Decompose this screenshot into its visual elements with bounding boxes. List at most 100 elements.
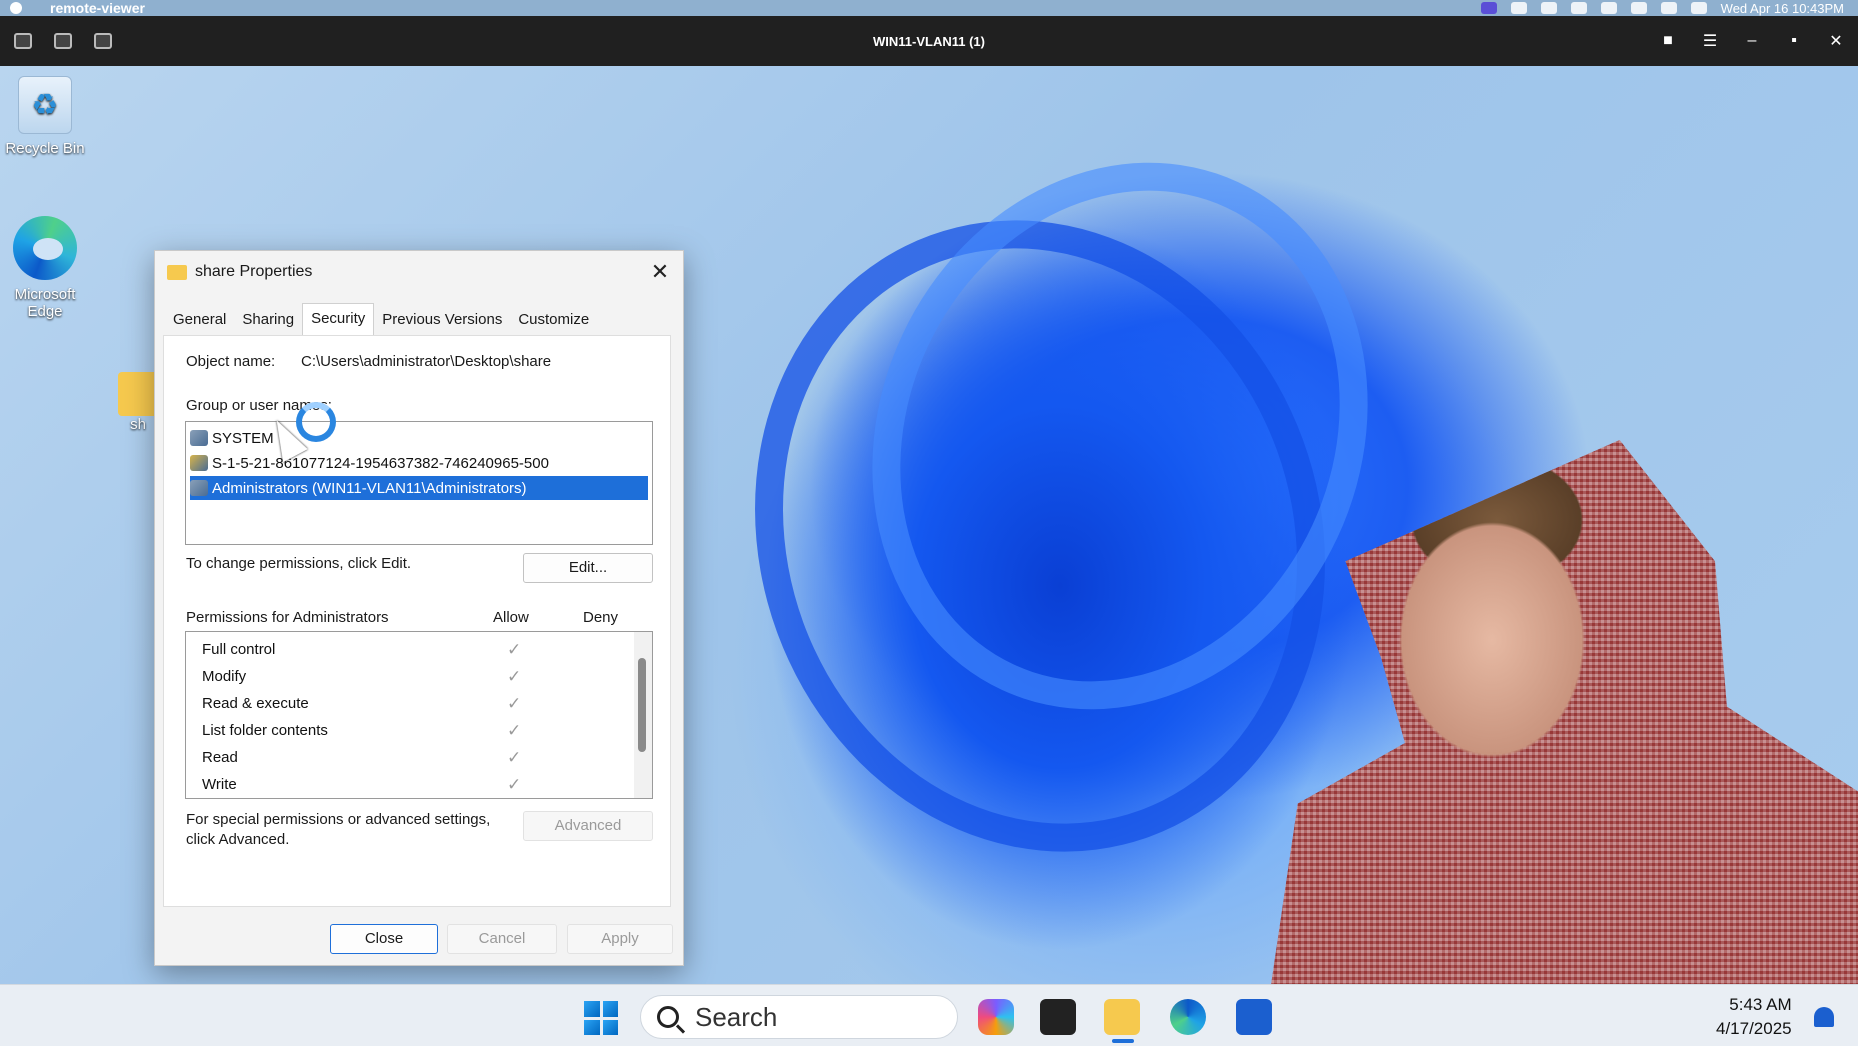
minimize-icon[interactable]: – xyxy=(1744,32,1760,50)
tab-previous-versions[interactable]: Previous Versions xyxy=(374,307,510,335)
user-item-system[interactable]: SYSTEM xyxy=(190,426,274,450)
permission-row: Full control ✓ xyxy=(202,638,622,662)
special-permissions-text-2: click Advanced. xyxy=(186,831,290,848)
viewer-menu-icon[interactable]: ☰ xyxy=(1702,31,1718,51)
store-icon[interactable] xyxy=(1236,999,1272,1035)
wifi-icon[interactable] xyxy=(1660,2,1677,14)
permission-row: List folder contents ✓ xyxy=(202,719,622,743)
windows-taskbar: Search 5:43 AM 4/17/2025 xyxy=(0,984,1858,1046)
permission-row: Read ✓ xyxy=(202,746,622,770)
user-name: S-1-5-21-861077124-1954637382-746240965-… xyxy=(212,454,549,472)
file-explorer-icon[interactable] xyxy=(1104,999,1140,1035)
accessibility-icon[interactable] xyxy=(1540,2,1557,14)
permission-row: Modify ✓ xyxy=(202,665,622,689)
desktop-icon-recycle-bin[interactable]: ♻ Recycle Bin xyxy=(0,76,90,157)
edge-icon[interactable] xyxy=(1170,999,1206,1035)
close-button[interactable]: Close xyxy=(330,924,438,954)
notification-bell-icon[interactable] xyxy=(1814,1007,1834,1027)
edge-icon xyxy=(13,216,77,280)
tab-security[interactable]: Security xyxy=(302,303,375,335)
allow-check-icon: ✓ xyxy=(507,640,522,659)
deny-header: Deny xyxy=(583,609,619,626)
search-icon xyxy=(657,1006,679,1028)
battery-icon[interactable] xyxy=(1630,2,1647,14)
viewer-stop-icon[interactable]: ■ xyxy=(1660,32,1676,50)
clock-date: 4/17/2025 xyxy=(1716,1019,1792,1038)
permission-name: Modify xyxy=(202,668,247,685)
app-tray-icon[interactable] xyxy=(1600,2,1617,14)
close-icon[interactable]: ✕ xyxy=(647,259,673,285)
folder-icon xyxy=(118,372,158,416)
user-item-administrators[interactable]: Administrators (WIN11-VLAN11\Administrat… xyxy=(190,476,648,500)
desktop-icon-label: sh xyxy=(130,416,146,433)
usb-icon[interactable] xyxy=(54,33,72,49)
user-group-icon xyxy=(190,480,208,496)
allow-check-icon: ✓ xyxy=(507,667,522,686)
taskbar-search[interactable]: Search xyxy=(640,995,958,1039)
dialog-tabs: General Sharing Security Previous Versio… xyxy=(165,303,597,335)
permission-row: Read & execute ✓ xyxy=(202,692,622,716)
desktop-icon-label: Microsoft Edge xyxy=(14,286,76,320)
desktop-icon-share[interactable]: sh xyxy=(118,372,158,433)
control-center-icon[interactable] xyxy=(1690,2,1707,14)
viewer-toolbar: WIN11-VLAN11 (1) ■ ☰ – ▪ ✕ xyxy=(0,16,1858,66)
clock-time: 5:43 AM xyxy=(1729,995,1792,1014)
user-list: SYSTEM S-1-5-21-861077124-1954637382-746… xyxy=(185,421,653,545)
tab-customize[interactable]: Customize xyxy=(510,307,597,335)
object-name-value: C:\Users\administrator\Desktop\share xyxy=(301,353,552,370)
host-clock[interactable]: Wed Apr 16 10:43PM xyxy=(1721,1,1844,16)
tab-sharing[interactable]: Sharing xyxy=(234,307,302,335)
user-item-sid[interactable]: S-1-5-21-861077124-1954637382-746240965-… xyxy=(190,451,549,475)
edit-button[interactable]: Edit... xyxy=(523,553,653,583)
globe-icon[interactable] xyxy=(1570,2,1587,14)
screen-share-icon[interactable] xyxy=(1480,2,1497,14)
object-name-label: Object name: xyxy=(186,353,276,370)
cancel-button[interactable]: Cancel xyxy=(447,924,557,954)
permission-name: Write xyxy=(202,776,237,793)
permission-name: List folder contents xyxy=(202,722,328,739)
user-name: Administrators (WIN11-VLAN11\Administrat… xyxy=(212,479,527,497)
permissions-for-label: Permissions for Administrators xyxy=(186,609,389,626)
share-properties-dialog: share Properties ✕ General Sharing Secur… xyxy=(154,250,684,966)
scrollbar-thumb[interactable] xyxy=(638,658,646,752)
allow-check-icon: ✓ xyxy=(507,748,522,767)
change-permissions-text: To change permissions, click Edit. xyxy=(186,555,412,572)
active-app-indicator xyxy=(1112,1039,1134,1043)
dialog-titlebar[interactable]: share Properties ✕ xyxy=(155,251,683,293)
copilot-icon[interactable] xyxy=(978,999,1014,1035)
busy-spinner-icon xyxy=(296,402,336,442)
host-menu-bar: remote-viewer Wed Apr 16 10:43PM xyxy=(0,0,1858,16)
apply-button[interactable]: Apply xyxy=(567,924,673,954)
camera-icon[interactable] xyxy=(1510,2,1527,14)
permission-row: Write ✓ xyxy=(202,773,622,797)
viewer-title: WIN11-VLAN11 (1) xyxy=(873,33,985,49)
permissions-list: Full control ✓ Modify ✓ Read & execute ✓… xyxy=(185,631,653,799)
maximize-icon[interactable]: ▪ xyxy=(1786,32,1802,50)
send-keys-icon[interactable] xyxy=(94,33,112,49)
host-status-tray: Wed Apr 16 10:43PM xyxy=(1480,1,1844,16)
permission-name: Read & execute xyxy=(202,695,309,712)
desktop-icon-label: Recycle Bin xyxy=(5,140,85,157)
special-permissions-text: For special permissions or advanced sett… xyxy=(186,811,491,828)
unknown-user-icon xyxy=(190,455,208,471)
dialog-title: share Properties xyxy=(195,263,313,280)
terminal-icon[interactable] xyxy=(1040,999,1076,1035)
windows-start-icon[interactable] xyxy=(584,1001,618,1035)
host-app-name[interactable]: remote-viewer xyxy=(50,0,145,16)
apple-icon[interactable] xyxy=(10,2,22,14)
allow-check-icon: ✓ xyxy=(507,721,522,740)
fullscreen-icon[interactable] xyxy=(14,33,32,49)
user-group-icon xyxy=(190,430,208,446)
allow-header: Allow xyxy=(493,609,529,626)
permissions-scrollbar[interactable] xyxy=(634,632,652,798)
desktop-icon-edge[interactable]: Microsoft Edge xyxy=(0,216,90,320)
tab-general[interactable]: General xyxy=(165,307,234,335)
advanced-button[interactable]: Advanced xyxy=(523,811,653,841)
recycle-bin-icon: ♻ xyxy=(18,76,72,134)
taskbar-clock[interactable]: 5:43 AM 4/17/2025 xyxy=(1716,993,1792,1041)
permission-name: Read xyxy=(202,749,238,766)
allow-check-icon: ✓ xyxy=(507,775,522,794)
search-label: Search xyxy=(695,1001,778,1032)
close-icon[interactable]: ✕ xyxy=(1828,31,1844,51)
folder-icon xyxy=(167,264,187,280)
